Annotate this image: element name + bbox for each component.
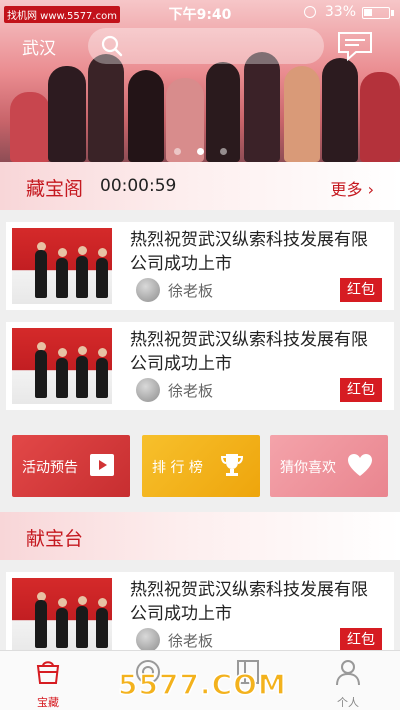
avatar [136,628,160,652]
status-bar: 下午9:40 33% [0,0,400,24]
nav-label: 个人 [337,696,359,709]
guess-you-like-button[interactable]: 猜你喜欢 [270,435,388,497]
button-label: 活动预告 [22,460,78,476]
battery-percent: 33% [324,4,356,20]
countdown-timer: 00:00:59 [100,176,177,196]
orientation-lock-icon [304,6,316,18]
nav-tab-profile[interactable]: 个人 [308,655,388,710]
message-icon[interactable] [336,30,374,62]
item-author: 徐老板 [168,382,214,400]
battery-icon [362,7,390,19]
red-envelope-badge[interactable]: 红包 [340,278,382,302]
red-envelope-badge[interactable]: 红包 [340,628,382,652]
item-author: 徐老板 [168,282,214,300]
treasure-bag-icon [36,661,60,684]
avatar [136,278,160,302]
carousel-dot[interactable] [173,148,181,155]
heart-icon [348,454,372,476]
item-author: 徐老板 [168,632,214,650]
search-bar[interactable] [88,28,324,64]
nav-tab-treasure[interactable]: 宝藏 [8,650,88,710]
battery-tip [391,10,394,16]
treasure-pavilion-header: 藏宝阁 00:00:59 更多 › [0,162,400,210]
section-title: 藏宝阁 [26,178,84,200]
carousel-dots [0,140,400,159]
list-item[interactable]: 热烈祝贺武汉纵索科技发展有限公司成功上市 徐老板 红包 [6,322,394,410]
ranking-button[interactable]: 排 行 榜 [142,435,260,497]
list-item[interactable]: 热烈祝贺武汉纵索科技发展有限公司成功上市 徐老板 红包 [6,572,394,660]
site-watermark: 5577.COM [117,667,287,702]
button-label: 排 行 榜 [152,460,203,476]
more-link[interactable]: 更多 › [331,176,375,200]
top-bar: 武汉 [0,28,400,64]
avatar [136,378,160,402]
chevron-right-icon: › [362,180,374,199]
play-icon [90,454,114,476]
carousel-dot-active[interactable] [196,148,204,155]
item-title: 热烈祝贺武汉纵索科技发展有限公司成功上市 [130,230,368,274]
event-preview-button[interactable]: 活动预告 [12,435,130,497]
person-icon [336,660,360,686]
carousel-dot[interactable] [219,148,227,155]
item-title: 热烈祝贺武汉纵索科技发展有限公司成功上市 [130,580,368,624]
item-thumbnail [12,228,112,304]
item-thumbnail [12,578,112,654]
offering-stage-header: 献宝台 [0,512,400,560]
item-thumbnail [12,328,112,404]
list-item[interactable]: 热烈祝贺武汉纵索科技发展有限公司成功上市 徐老板 红包 [6,222,394,310]
banner-image [0,0,400,162]
red-envelope-badge[interactable]: 红包 [340,378,382,402]
trophy-icon [220,454,244,476]
nav-label: 宝藏 [37,696,59,709]
section-title: 献宝台 [26,528,84,550]
button-label: 猜你喜欢 [280,460,336,476]
banner-carousel[interactable]: 找机网 www.5577.com 下午9:40 33% 武汉 [0,0,400,162]
search-icon [101,35,123,57]
city-selector[interactable]: 武汉 [22,34,56,59]
item-title: 热烈祝贺武汉纵索科技发展有限公司成功上市 [130,330,368,374]
